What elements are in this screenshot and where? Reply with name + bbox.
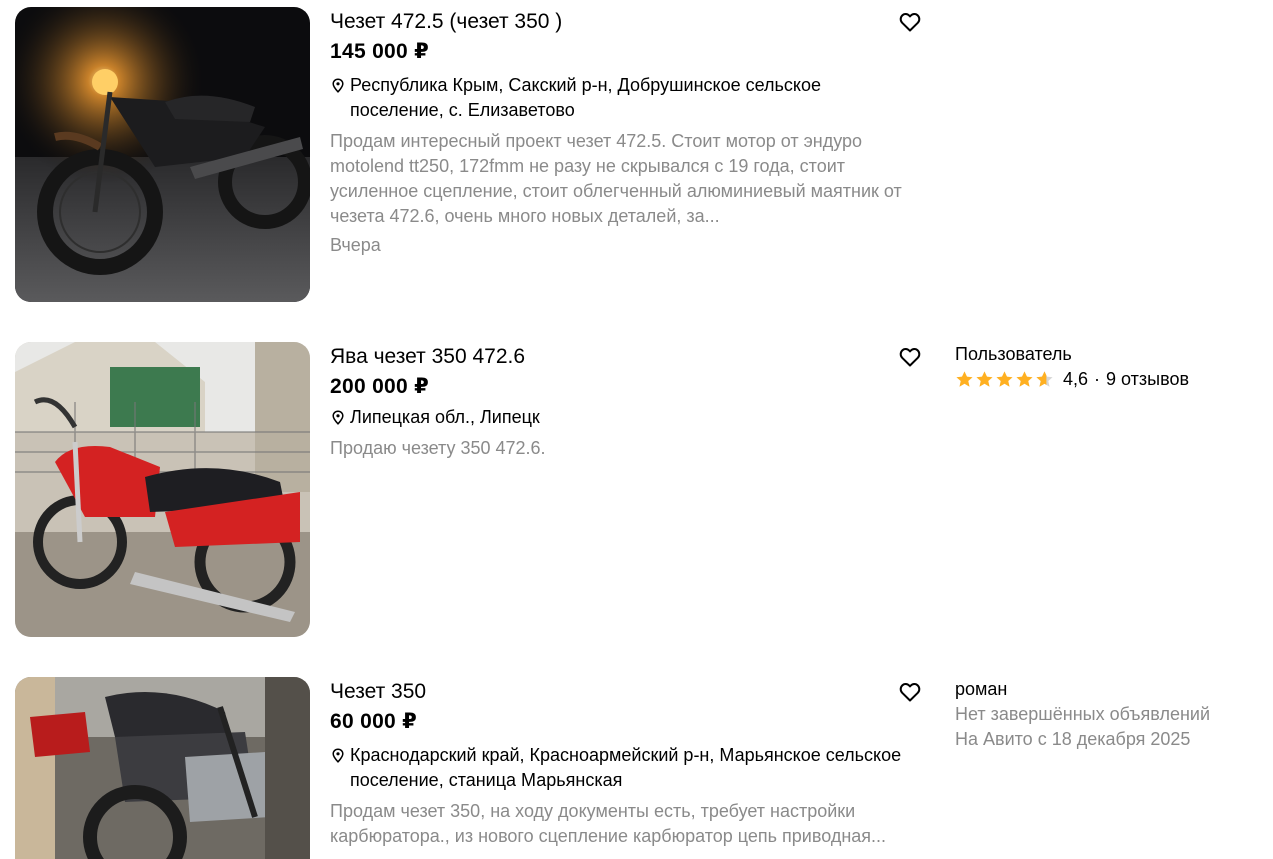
location-pin-icon — [330, 743, 346, 768]
motorcycle-photo-red — [15, 342, 310, 637]
rating-separator: · — [1094, 369, 1101, 389]
favorite-button[interactable] — [898, 10, 922, 34]
star-icon — [996, 371, 1013, 387]
heart-outline-icon — [899, 348, 921, 367]
seller-rating: 4,6 · 9 отзывов — [955, 367, 1255, 392]
seller-info: Пользователь 4,6 · 9 отзывов — [955, 342, 1255, 392]
motorcycle-photo-garage — [15, 677, 310, 859]
listing-card[interactable]: Ява чезет 350 472.6 200 000 ₽ Липецкая о… — [0, 342, 1273, 642]
listing-date: Вчера — [330, 235, 381, 255]
favorite-button[interactable] — [898, 345, 922, 369]
listing-description: Продам интересный проект чезет 472.5. Ст… — [330, 131, 902, 226]
location-pin-icon — [330, 73, 346, 98]
listing-title[interactable]: Чезет 472.5 (чезет 350 ) — [330, 7, 920, 37]
motorcycle-photo-night — [15, 7, 310, 302]
seller-name[interactable]: роман — [955, 677, 1255, 702]
reviews-link[interactable]: 9 отзывов — [1106, 367, 1189, 392]
listing-photo[interactable] — [15, 677, 310, 859]
heart-outline-icon — [899, 683, 921, 702]
listing-title[interactable]: Ява чезет 350 472.6 — [330, 342, 920, 372]
listing-title[interactable]: Чезет 350 — [330, 677, 920, 707]
listing-location: Республика Крым, Сакский р-н, Добрушинск… — [330, 73, 920, 123]
rating-stars — [955, 370, 1055, 389]
listing-photo[interactable] — [15, 342, 310, 637]
listing-location: Липецкая обл., Липецк — [330, 405, 920, 430]
listing-price: 200 000 ₽ — [330, 375, 430, 398]
star-half-icon — [1036, 371, 1053, 387]
seller-info: роман Нет завершённых объявлений На Авит… — [955, 677, 1255, 752]
seller-name[interactable]: Пользователь — [955, 342, 1255, 367]
star-icon — [976, 371, 993, 387]
listing-price: 60 000 ₽ — [330, 710, 418, 733]
rating-value: 4,6 — [1063, 369, 1089, 389]
seller-since: На Авито с 18 декабря 2025 — [955, 729, 1191, 749]
listing-location: Краснодарский край, Красноармейский р-н,… — [330, 743, 920, 793]
heart-outline-icon — [899, 13, 921, 32]
star-icon — [1016, 371, 1033, 387]
seller-status: Нет завершённых объявлений — [955, 704, 1211, 724]
listing-price: 145 000 ₽ — [330, 40, 430, 63]
listing-card[interactable]: Чезет 350 60 000 ₽ Краснодарский край, К… — [0, 677, 1273, 859]
listing-description: Продам чезет 350, на ходу документы есть… — [330, 801, 887, 846]
listing-card[interactable]: Чезет 472.5 (чезет 350 ) 145 000 ₽ Респу… — [0, 7, 1273, 307]
location-text: Краснодарский край, Красноармейский р-н,… — [350, 745, 902, 790]
location-pin-icon — [330, 405, 346, 430]
location-text: Республика Крым, Сакский р-н, Добрушинск… — [350, 75, 821, 120]
listing-photo[interactable] — [15, 7, 310, 302]
listing-description: Продаю чезету 350 472.6. — [330, 438, 546, 458]
star-icon — [956, 371, 973, 387]
favorite-button[interactable] — [898, 680, 922, 704]
location-text: Липецкая обл., Липецк — [350, 407, 540, 427]
